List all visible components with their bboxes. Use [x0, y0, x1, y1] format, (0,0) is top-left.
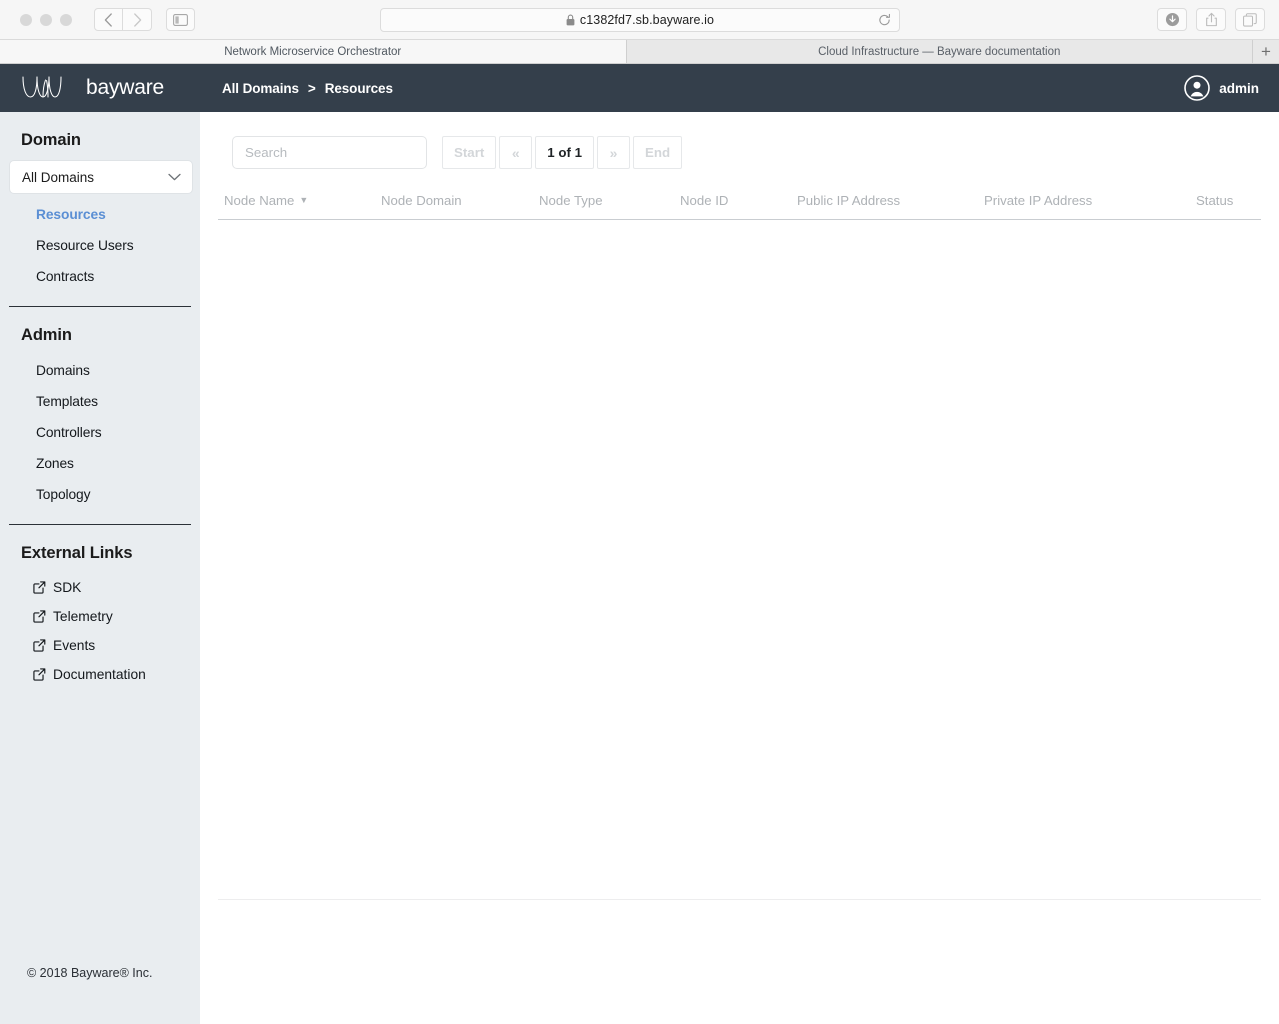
browser-tab-0[interactable]: Network Microservice Orchestrator [0, 40, 627, 63]
chevron-down-icon [168, 173, 181, 181]
pagination-start-button[interactable]: Start [442, 136, 497, 169]
downloads-button[interactable] [1157, 8, 1187, 31]
sidebar-logo-bar: bayware [0, 64, 200, 112]
forward-button[interactable] [123, 8, 152, 31]
user-avatar-icon [1184, 75, 1211, 101]
browser-tab-strip: Network Microservice Orchestrator Cloud … [0, 39, 1279, 63]
sidebar-item-label: SDK [53, 580, 82, 595]
external-link-icon [33, 610, 46, 623]
sidebar-item-domains[interactable]: Domains [0, 355, 200, 386]
address-bar[interactable]: c1382fd7.sb.bayware.io [380, 7, 900, 32]
minimize-window-button[interactable] [40, 13, 52, 26]
url-text: c1382fd7.sb.bayware.io [579, 12, 715, 27]
reload-icon [879, 13, 890, 25]
column-header-node-type[interactable]: Node Type [539, 193, 680, 220]
domain-select-value: All Domains [22, 169, 95, 185]
search-input[interactable] [232, 136, 427, 169]
sidebar: bayware Domain All Domains Resources Res… [0, 64, 200, 1024]
pagination-prev-button[interactable]: « [499, 136, 533, 169]
breadcrumb-root[interactable]: All Domains [222, 81, 299, 96]
sidebar-item-topology[interactable]: Topology [0, 479, 200, 510]
chevron-right-icon [133, 12, 141, 27]
bayware-wave-logo-icon [22, 76, 62, 98]
sidebar-item-events[interactable]: Events [0, 631, 200, 660]
external-link-icon [33, 639, 46, 652]
column-header-node-domain[interactable]: Node Domain [381, 193, 539, 220]
sidebar-item-templates[interactable]: Templates [0, 386, 200, 417]
table-toolbar: Start « 1 of 1 » End [200, 112, 1279, 169]
window-traffic-lights[interactable] [20, 13, 72, 26]
external-link-icon [33, 581, 46, 594]
column-header-node-name[interactable]: Node Name ▼ [218, 193, 381, 220]
column-header-status[interactable]: Status [1196, 193, 1261, 220]
sidebar-item-label: Events [53, 638, 96, 653]
chevron-left-icon [104, 12, 112, 27]
sidebar-toggle-button[interactable] [166, 8, 195, 31]
tabs-overview-button[interactable] [1235, 8, 1265, 31]
column-header-node-id[interactable]: Node ID [680, 193, 797, 220]
brand-name: bayware [86, 76, 164, 99]
external-link-icon [33, 668, 46, 681]
tabs-overview-icon [1243, 12, 1257, 27]
browser-right-tools [1157, 8, 1265, 31]
breadcrumb: All Domains > Resources [222, 81, 393, 96]
back-button[interactable] [94, 8, 123, 31]
reload-button[interactable] [878, 13, 891, 26]
column-label: Node Name [224, 193, 295, 208]
sidebar-heading-external-links: External Links [21, 544, 133, 562]
sidebar-item-contracts[interactable]: Contracts [0, 261, 200, 292]
lock-icon [566, 14, 575, 25]
pagination-end-button[interactable]: End [633, 136, 683, 169]
table-header-row: Node Name ▼ Node Domain Node Type Node I… [218, 193, 1261, 220]
application-root: bayware Domain All Domains Resources Res… [0, 64, 1279, 1024]
user-menu[interactable]: admin [1184, 75, 1259, 101]
sidebar-item-label: Telemetry [53, 609, 113, 624]
sidebar-heading-admin: Admin [21, 326, 72, 344]
sidebar-footer-copyright: © 2018 Bayware® Inc. [27, 966, 153, 980]
new-tab-button[interactable]: + [1253, 40, 1279, 63]
column-header-private-ip-address[interactable]: Private IP Address [984, 193, 1196, 220]
browser-toolbar: c1382fd7.sb.bayware.io [0, 0, 1279, 39]
sidebar-item-sdk[interactable]: SDK [0, 573, 200, 602]
sidebar-item-telemetry[interactable]: Telemetry [0, 602, 200, 631]
content-bottom-padding [200, 900, 1279, 1024]
sidebar-item-controllers[interactable]: Controllers [0, 417, 200, 448]
top-bar: All Domains > Resources admin [200, 64, 1279, 112]
pagination-page-indicator: 1 of 1 [535, 136, 595, 169]
sort-desc-caret-icon: ▼ [299, 195, 309, 205]
user-name: admin [1219, 80, 1259, 96]
share-icon [1205, 12, 1217, 27]
breadcrumb-current[interactable]: Resources [325, 81, 393, 96]
sidebar-item-resources[interactable]: Resources [0, 194, 200, 230]
pagination-next-button[interactable]: » [597, 136, 631, 169]
table-header: Node Name ▼ Node Domain Node Type Node I… [218, 193, 1261, 220]
maximize-window-button[interactable] [60, 13, 72, 26]
resources-table: Node Name ▼ Node Domain Node Type Node I… [218, 193, 1261, 220]
content-panel: Start « 1 of 1 » End Node Name ▼ [200, 112, 1279, 1024]
sidebar-item-zones[interactable]: Zones [0, 448, 200, 479]
browser-chrome: c1382fd7.sb.bayware.io Network Microserv… [0, 0, 1279, 64]
domain-select[interactable]: All Domains [9, 160, 193, 194]
sidebar-toggle-icon [173, 13, 188, 26]
main-area: All Domains > Resources admin Start « [200, 64, 1279, 1024]
browser-navigation-group [94, 8, 195, 31]
sidebar-item-resource-users[interactable]: Resource Users [0, 230, 200, 261]
sidebar-item-documentation[interactable]: Documentation [0, 660, 200, 689]
brand-logo[interactable]: bayware [21, 75, 164, 101]
sidebar-body: Domain All Domains Resources Resource Us… [0, 112, 200, 966]
sidebar-item-label: Documentation [53, 667, 146, 682]
resources-table-wrapper: Node Name ▼ Node Domain Node Type Node I… [200, 193, 1279, 220]
close-window-button[interactable] [20, 13, 32, 26]
pagination: Start « 1 of 1 » End [442, 136, 685, 169]
column-header-public-ip-address[interactable]: Public IP Address [797, 193, 984, 220]
breadcrumb-separator: > [307, 80, 316, 96]
sidebar-heading-domain: Domain [21, 131, 81, 149]
browser-tab-1[interactable]: Cloud Infrastructure — Bayware documenta… [626, 40, 1253, 63]
share-button[interactable] [1196, 8, 1226, 31]
download-icon [1165, 12, 1179, 27]
